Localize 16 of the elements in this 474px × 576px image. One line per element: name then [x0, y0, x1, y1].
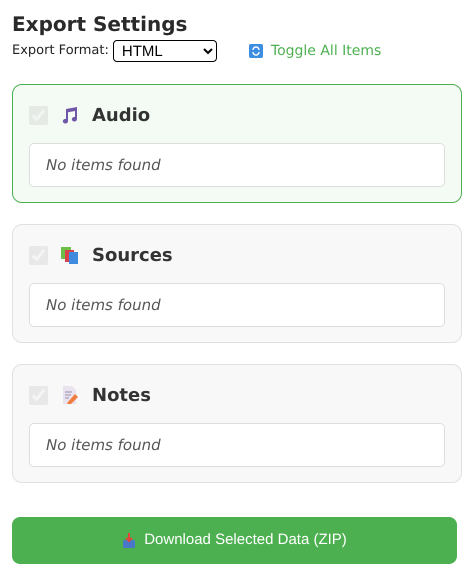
section-title: Notes [92, 384, 151, 408]
empty-message: No items found [46, 294, 161, 316]
section-title: Sources [92, 244, 173, 268]
format-label: Export Format: [12, 42, 109, 60]
stacked-pages-icon [60, 245, 80, 265]
empty-message: No items found [46, 434, 161, 456]
empty-message: No items found [46, 154, 161, 176]
download-tray-icon [122, 532, 136, 548]
download-button[interactable]: Download Selected Data (ZIP) [12, 517, 457, 564]
toggle-all-link[interactable]: Toggle All Items [248, 40, 382, 62]
format-dropdown[interactable]: HTML [112, 40, 217, 62]
document-pencil-icon [60, 385, 80, 405]
page-title: Export Settings [12, 11, 188, 38]
refresh-icon [248, 44, 263, 58]
section-title: Audio [92, 104, 150, 128]
music-note-icon [60, 105, 80, 125]
